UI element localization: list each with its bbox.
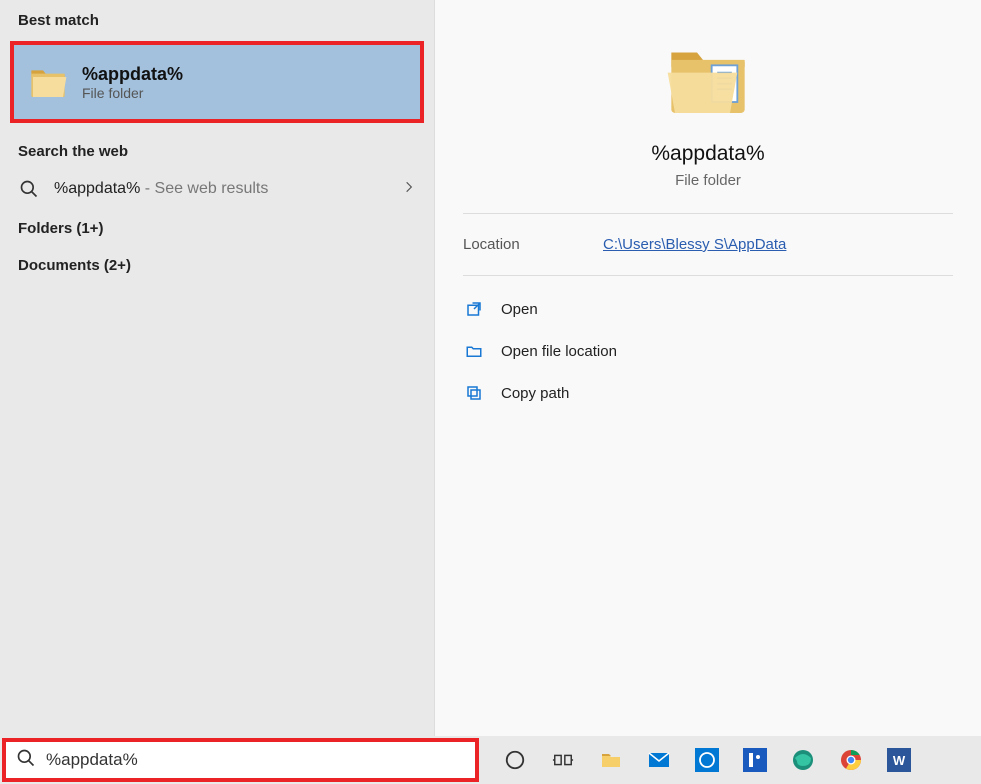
search-input[interactable]	[46, 750, 475, 770]
open-label: Open	[501, 301, 538, 318]
search-web-heading: Search the web	[0, 131, 434, 168]
open-file-location-label: Open file location	[501, 343, 617, 360]
word-icon[interactable]: W	[881, 742, 917, 778]
documents-category[interactable]: Documents (2+)	[0, 247, 434, 284]
copy-icon	[463, 382, 485, 404]
detail-pane: %appdata% File folder Location C:\Users\…	[434, 0, 981, 736]
taskbar-search[interactable]	[2, 738, 479, 782]
folder-large-icon	[664, 36, 752, 124]
result-title: %appdata%	[82, 64, 183, 85]
best-match-heading: Best match	[0, 0, 434, 37]
web-query: %appdata%	[54, 180, 140, 197]
detail-title: %appdata%	[651, 142, 764, 166]
search-web-row[interactable]: %appdata% - See web results	[0, 168, 434, 210]
open-icon	[463, 298, 485, 320]
web-suffix: - See web results	[140, 180, 268, 197]
chevron-right-icon	[402, 180, 416, 199]
file-explorer-icon[interactable]	[593, 742, 629, 778]
folders-category[interactable]: Folders (1+)	[0, 210, 434, 247]
dell-app-icon[interactable]	[689, 742, 725, 778]
copy-path-label: Copy path	[501, 385, 569, 402]
open-file-location-action[interactable]: Open file location	[463, 330, 953, 372]
result-subtitle: File folder	[82, 85, 183, 101]
results-pane: Best match %appdata% File folder Search …	[0, 0, 434, 736]
search-icon	[18, 178, 40, 200]
cortana-icon[interactable]	[497, 742, 533, 778]
folder-location-icon	[463, 340, 485, 362]
task-view-icon[interactable]	[545, 742, 581, 778]
microsoft-to-do-icon[interactable]	[737, 742, 773, 778]
mail-icon[interactable]	[641, 742, 677, 778]
best-match-result[interactable]: %appdata% File folder	[10, 41, 424, 123]
svg-text:W: W	[893, 753, 906, 768]
detail-subtitle: File folder	[675, 172, 741, 189]
taskbar: W	[0, 736, 981, 784]
edge-icon[interactable]	[785, 742, 821, 778]
open-action[interactable]: Open	[463, 288, 953, 330]
location-label: Location	[463, 236, 603, 253]
search-icon	[16, 748, 36, 773]
chrome-icon[interactable]	[833, 742, 869, 778]
location-link[interactable]: C:\Users\Blessy S\AppData	[603, 236, 786, 253]
copy-path-action[interactable]: Copy path	[463, 372, 953, 414]
folder-icon	[28, 62, 68, 102]
